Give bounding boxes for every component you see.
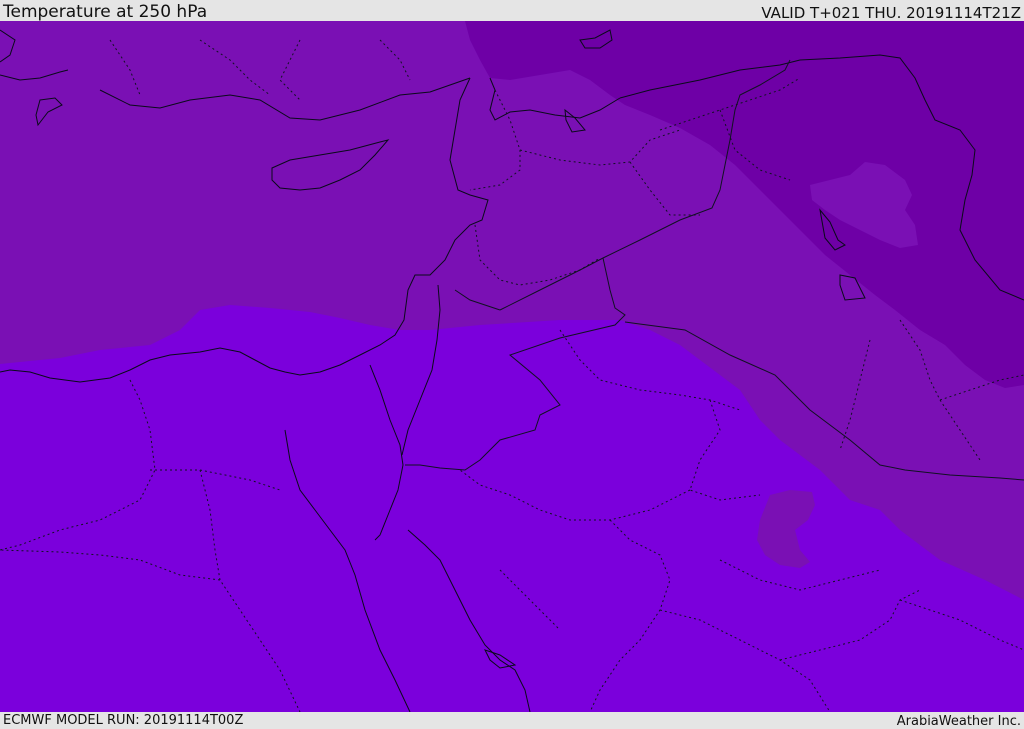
map-area[interactable] bbox=[0, 21, 1024, 712]
footer-bar: ECMWF MODEL RUN: 20191114T00Z ArabiaWeat… bbox=[0, 712, 1024, 729]
model-run-label: ECMWF MODEL RUN: 20191114T00Z bbox=[3, 713, 244, 728]
map-frame: Temperature at 250 hPa VALID T+021 THU. … bbox=[0, 0, 1024, 729]
header-bar: Temperature at 250 hPa VALID T+021 THU. … bbox=[0, 0, 1024, 22]
credit-label: ArabiaWeather Inc. bbox=[896, 714, 1021, 729]
valid-time-label: VALID T+021 THU. 20191114T21Z bbox=[761, 4, 1021, 22]
map-svg bbox=[0, 21, 1024, 712]
map-title: Temperature at 250 hPa bbox=[3, 2, 208, 22]
